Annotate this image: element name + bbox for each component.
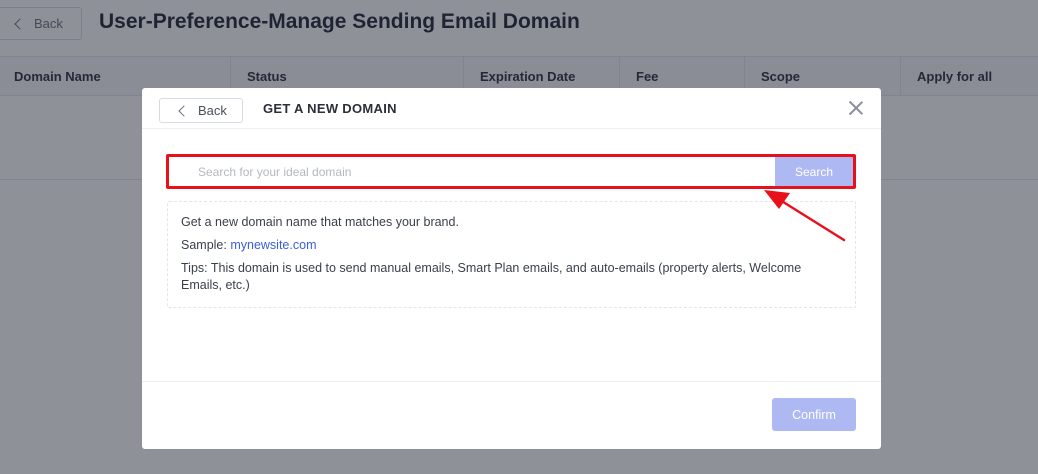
modal-back-button[interactable]: Back bbox=[159, 98, 243, 123]
modal-title: GET A NEW DOMAIN bbox=[263, 101, 397, 116]
get-domain-modal: Back GET A NEW DOMAIN Search Get a new d… bbox=[142, 88, 881, 449]
domain-search-input[interactable] bbox=[169, 157, 775, 186]
info-description: Get a new domain name that matches your … bbox=[181, 215, 459, 229]
modal-header: Back GET A NEW DOMAIN bbox=[142, 88, 881, 129]
domain-search-bar: Search bbox=[166, 154, 856, 189]
domain-info-box: Get a new domain name that matches your … bbox=[167, 201, 856, 308]
confirm-button[interactable]: Confirm bbox=[772, 398, 856, 431]
sample-link[interactable]: mynewsite.com bbox=[230, 238, 316, 252]
info-sample: Sample: mynewsite.com bbox=[181, 237, 842, 254]
info-tips: Tips: This domain is used to send manual… bbox=[181, 261, 802, 292]
chevron-left-icon bbox=[178, 104, 190, 117]
modal-back-label: Back bbox=[198, 103, 227, 118]
close-icon[interactable] bbox=[848, 100, 864, 116]
sample-label: Sample: bbox=[181, 238, 231, 252]
modal-footer-divider bbox=[142, 381, 881, 382]
search-button[interactable]: Search bbox=[775, 157, 853, 186]
